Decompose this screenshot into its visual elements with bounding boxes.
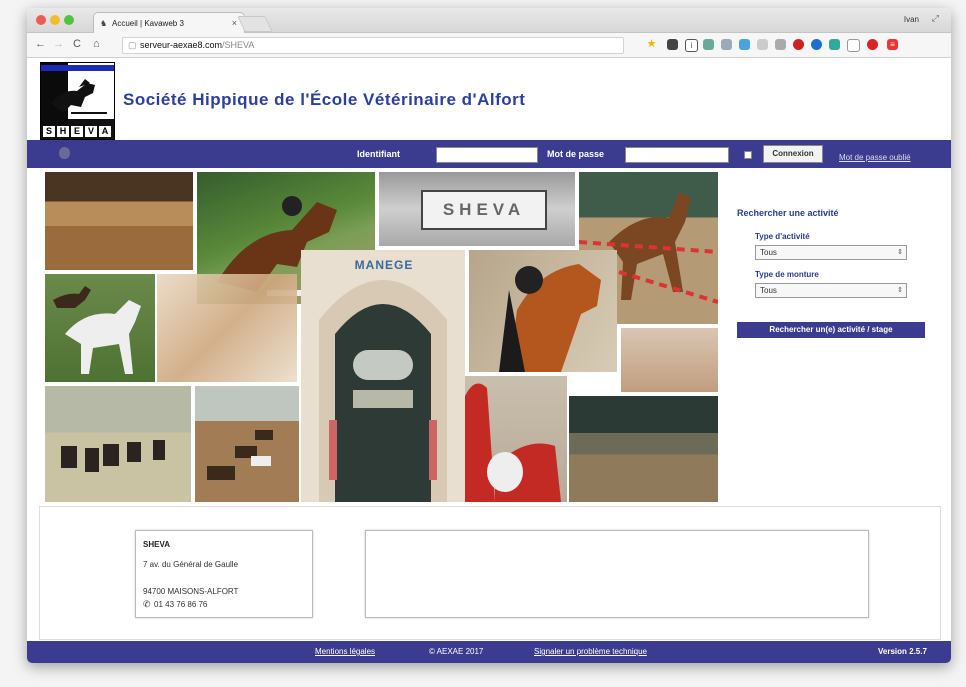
contact-city: 94700 MAISONS-ALFORT: [143, 587, 239, 596]
extension-icon-4[interactable]: [721, 39, 732, 50]
bottom-bar: Mentions légales © AEXAE 2017 Signaler u…: [27, 641, 951, 663]
home-icon[interactable]: ⌂: [93, 38, 100, 50]
contact-street: 7 av. du Général de Gaulle: [143, 560, 239, 569]
logo-letter: E: [71, 126, 83, 137]
url-path: /SHEVA: [222, 40, 255, 50]
back-icon[interactable]: ←: [35, 38, 46, 50]
version-text: Version 2.5.7: [878, 647, 927, 656]
select-arrows-icon: ⇕: [897, 287, 903, 294]
activity-type-label: Type d'activité: [755, 232, 810, 241]
extension-icon-11[interactable]: [847, 39, 860, 52]
logo-letter: H: [57, 126, 69, 137]
profile-name[interactable]: Ivan: [904, 15, 919, 24]
web-page: S H E V A Société Hippique de l'École Vé…: [27, 58, 951, 663]
browser-window: ♞ Accueil | Kavaweb 3 × Ivan ⤢ ← → C ⌂ ▢…: [27, 8, 951, 663]
remember-checkbox[interactable]: [744, 151, 752, 159]
tab-title: Accueil | Kavaweb 3: [112, 19, 184, 28]
sheva-sign-text: SHEVA: [421, 190, 547, 230]
horse-portrait-photo: [469, 250, 617, 372]
login-bar: Identifiant Mot de passe Connexion Mot d…: [27, 140, 951, 168]
extension-icon-7[interactable]: [775, 39, 786, 50]
close-window-button[interactable]: [36, 15, 46, 25]
copyright-text: © AEXAE 2017: [429, 647, 484, 656]
footer-content: SHEVA 7 av. du Général de Gaulle 94700 M…: [39, 506, 941, 640]
mount-type-label: Type de monture: [755, 270, 819, 279]
search-title: Rechercher une activité: [737, 208, 839, 218]
identifiant-label: Identifiant: [357, 149, 400, 159]
password-input[interactable]: [625, 147, 729, 163]
legal-link[interactable]: Mentions légales: [315, 647, 375, 656]
manege-sign-text: MANEGE: [354, 258, 414, 272]
sheva-sign-photo: SHEVA: [379, 172, 575, 246]
extension-icon-5[interactable]: [739, 39, 750, 50]
photo-collage: SHEVA MANEGE: [45, 172, 718, 502]
logo-letter: S: [43, 126, 55, 137]
phone-icon: ✆: [143, 599, 151, 609]
logo-letter: A: [99, 126, 111, 137]
outdoor-arena-photo: [569, 396, 718, 502]
arena-riders-photo: [195, 386, 299, 502]
url-host: serveur-aexae8.com: [140, 40, 223, 50]
search-activity-button[interactable]: Rechercher un(e) activité / stage: [737, 322, 925, 338]
mount-type-value: Tous: [760, 286, 777, 295]
extension-icon-3[interactable]: [703, 39, 714, 50]
site-title: Société Hippique de l'École Vétérinaire …: [123, 90, 526, 109]
browser-toolbar: ← → C ⌂ ▢ serveur-aexae8.com/SHEVA ★ i ≡: [27, 33, 951, 58]
forward-icon[interactable]: →: [53, 38, 64, 50]
horse-jump-logo-icon: [41, 63, 114, 125]
extension-icon-9[interactable]: [811, 39, 822, 50]
zoom-window-button[interactable]: [64, 15, 74, 25]
activity-type-value: Tous: [760, 248, 777, 257]
horse-foal-photo: [621, 328, 718, 392]
tab-bar: ♞ Accueil | Kavaweb 3 × Ivan ⤢: [27, 8, 951, 33]
close-tab-icon[interactable]: ×: [232, 18, 237, 28]
fullscreen-icon[interactable]: ⤢: [932, 13, 939, 24]
contact-phone: 01 43 76 86 76: [154, 600, 208, 609]
contact-box: SHEVA 7 av. du Général de Gaulle 94700 M…: [135, 530, 313, 618]
contact-name: SHEVA: [143, 540, 170, 549]
forgot-password-link[interactable]: Mot de passe oublié: [839, 153, 911, 162]
apple-logo-icon: [59, 147, 70, 159]
activity-type-select[interactable]: Tous ⇕: [755, 245, 907, 260]
extension-icon-2[interactable]: i: [685, 39, 698, 52]
content-box: [365, 530, 869, 618]
logo-letter: V: [85, 126, 97, 137]
page-icon: ▢: [128, 40, 137, 50]
riding-lesson-photo: [45, 386, 191, 502]
white-horse-photo: [45, 274, 155, 382]
sheva-logo[interactable]: S H E V A: [40, 62, 115, 140]
browser-tab[interactable]: ♞ Accueil | Kavaweb 3 ×: [93, 12, 245, 33]
extension-icon-1[interactable]: [667, 39, 678, 50]
reload-icon[interactable]: C: [73, 38, 81, 50]
favicon-icon: ♞: [100, 19, 108, 28]
extension-icon-6[interactable]: [757, 39, 768, 50]
extension-icon-12[interactable]: [867, 39, 878, 50]
address-bar[interactable]: ▢ serveur-aexae8.com/SHEVA: [122, 37, 624, 54]
manege-entrance-photo: MANEGE: [301, 250, 465, 502]
horse-heads-photo: [157, 274, 297, 382]
menu-icon[interactable]: ≡: [887, 39, 898, 50]
password-label: Mot de passe: [547, 149, 605, 159]
red-costume-photo: [465, 376, 567, 502]
report-problem-link[interactable]: Signaler un problème technique: [534, 647, 647, 656]
identifiant-input[interactable]: [436, 147, 538, 163]
select-arrows-icon: ⇕: [897, 249, 903, 256]
indoor-arena-photo: [45, 172, 193, 270]
minimize-window-button[interactable]: [50, 15, 60, 25]
mount-type-select[interactable]: Tous ⇕: [755, 283, 907, 298]
extension-icon-10[interactable]: [829, 39, 840, 50]
extension-icon-8[interactable]: [793, 39, 804, 50]
bookmark-star-icon[interactable]: ★: [646, 39, 657, 50]
connexion-button[interactable]: Connexion: [763, 145, 823, 163]
